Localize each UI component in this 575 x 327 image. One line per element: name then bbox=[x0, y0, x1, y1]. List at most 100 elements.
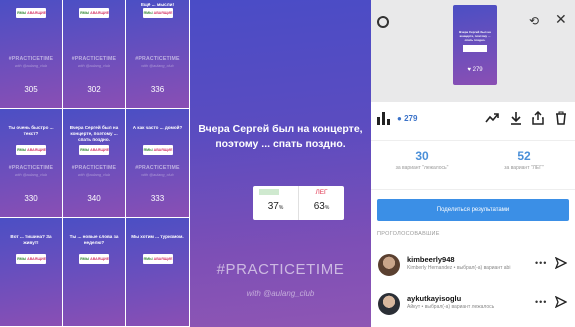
poll-result-option-2: 52 за вариант "ЛЕГ" bbox=[479, 149, 569, 172]
thumbnail-question: Вчера Сергей был на концерте, поэтому ..… bbox=[459, 30, 491, 42]
view-count: 305 bbox=[24, 85, 38, 94]
hashtag-text: #PRACTICETIME bbox=[135, 56, 180, 62]
hashtag-text: #PRACTICETIME bbox=[8, 56, 54, 62]
result-count: 52 bbox=[517, 149, 531, 163]
poll-sticker: ЯМЫ АВАЯЩИЕ bbox=[142, 145, 173, 155]
hashtag-text: #PRACTICETIME bbox=[8, 165, 54, 171]
avatar[interactable] bbox=[378, 254, 400, 276]
poll-sticker[interactable]: 37% ЛЕГ 63% bbox=[253, 186, 344, 220]
story-question: Вот ... тишина? За живут! bbox=[10, 234, 52, 245]
story-tile[interactable]: Вот ... тишина? За живут! ЯМЫ АВАЯЩИЕ bbox=[0, 218, 63, 327]
story-question: Ты очень быстро ... текст? bbox=[8, 125, 54, 136]
hashtag-text: #PRACTICETIME bbox=[135, 165, 180, 171]
poll-option-yes: ЯМЫ bbox=[17, 148, 27, 152]
story-tile[interactable]: Ещё ... мысли! ЯМЫ АВАЯЩИЕ #PRACTICETIME… bbox=[126, 0, 190, 109]
view-count[interactable]: ● 279 bbox=[397, 114, 417, 123]
result-count: 30 bbox=[415, 149, 429, 163]
story-question: Ты ... новые слова за неделю? bbox=[69, 234, 119, 245]
story-question: Мы хотим ... туризмом. bbox=[131, 234, 184, 239]
story-question: А как часто ... домой? bbox=[132, 125, 183, 130]
stats-bars-icon[interactable] bbox=[377, 112, 391, 125]
poll-option-no: АВАЯЩИЕ bbox=[153, 257, 173, 261]
send-icon[interactable] bbox=[555, 296, 567, 308]
hashtag-text: #PRACTICETIME bbox=[71, 56, 117, 62]
hashtag-text: #PRACTICETIME bbox=[216, 261, 345, 278]
avatar[interactable] bbox=[378, 293, 400, 315]
story-tile[interactable]: Вчера Сергей был на концерте, поэтому ..… bbox=[63, 109, 126, 218]
poll-sticker: ЯМЫ АВАЯЩИЕ bbox=[142, 254, 173, 264]
view-count: 340 bbox=[87, 194, 101, 203]
poll-percentage: 37% bbox=[267, 201, 284, 212]
view-count: 330 bbox=[24, 194, 38, 203]
poll-option-label: ЛЕГ bbox=[315, 189, 328, 196]
thumbnail-count: ♥ 279 bbox=[467, 67, 483, 73]
result-label: за вариант "ЛЕГ" bbox=[504, 165, 544, 171]
voters-section-title: ПРОГОЛОСОВАВШИЕ bbox=[377, 231, 440, 237]
trash-icon[interactable] bbox=[554, 111, 568, 125]
story-tile[interactable]: ЯМЫ АВАЯЩИЕ #PRACTICETIME with @aulang_c… bbox=[63, 0, 126, 109]
story-tile[interactable]: Ты очень быстро ... текст? ЯМЫ АВАЯЩИЕ #… bbox=[0, 109, 63, 218]
poll-sticker: ЯМЫ АВАЯЩИЕ bbox=[79, 145, 109, 155]
poll-sticker: ЯМЫ АВАЯЩИЕ bbox=[16, 254, 46, 264]
story-thumbnail[interactable]: Вчера Сергей был на концерте, поэтому ..… bbox=[453, 5, 497, 85]
poll-yes-highlight bbox=[259, 189, 279, 195]
share-results-button[interactable]: Поделиться результатами bbox=[377, 199, 569, 221]
insights-toolbar: ● 279 bbox=[371, 108, 575, 130]
poll-option-yes: ЯМЫ bbox=[143, 257, 153, 261]
story-archive-grid: ЯМЫ АВАЯЩИЕ #PRACTICETIME with @aulang_c… bbox=[0, 0, 190, 327]
story-tile[interactable]: Ты ... новые слова за неделю? ЯМЫ АВАЯЩИ… bbox=[63, 218, 126, 327]
poll-result-option-1: 30 за вариант "лежалось" bbox=[377, 149, 467, 172]
handle-text: with @aulang_club bbox=[77, 64, 111, 68]
voter-row[interactable]: aykutkayisoglu Aйкут • выбрал(-а) вариан… bbox=[371, 291, 575, 321]
settings-icon[interactable] bbox=[377, 16, 389, 28]
view-count: 302 bbox=[87, 85, 101, 94]
poll-sticker: ЯМЫ АВАЯЩИЕ bbox=[142, 8, 173, 18]
more-options-icon[interactable]: ••• bbox=[535, 258, 547, 268]
poll-option-no: АВАЯЩИЕ bbox=[27, 148, 46, 152]
poll-option-no[interactable]: ЛЕГ 63% bbox=[299, 186, 344, 220]
hashtag-text: #PRACTICETIME bbox=[71, 165, 117, 171]
story-tile[interactable]: А как часто ... домой? ЯМЫ АВАЯЩИЕ #PRAC… bbox=[126, 109, 190, 218]
poll-sticker: ЯМЫ АВАЯЩИЕ bbox=[16, 145, 46, 155]
voter-username[interactable]: kimbeerly948 bbox=[407, 255, 455, 264]
send-icon[interactable] bbox=[555, 257, 567, 269]
poll-option-yes: ЯМЫ bbox=[80, 257, 90, 261]
story-preview: Вчера Сергей был на концерте, поэтому ..… bbox=[190, 0, 371, 327]
voter-subtitle: Kimberly Hernandez • выбрал(-а) вариант … bbox=[407, 265, 511, 271]
poll-option-no: АВАЯЩИЕ bbox=[90, 148, 109, 152]
trending-icon[interactable] bbox=[485, 111, 499, 125]
poll-sticker: ЯМЫ АВАЯЩИЕ bbox=[79, 8, 109, 18]
download-icon[interactable] bbox=[509, 111, 523, 125]
handle-text: with @aulang_club bbox=[14, 173, 48, 177]
poll-sticker: ЯМЫ АВАЯЩИЕ bbox=[79, 254, 109, 264]
voter-subtitle: Aйкут • выбрал(-а) вариант лежалось bbox=[407, 304, 495, 310]
more-options-icon[interactable]: ••• bbox=[535, 297, 547, 307]
poll-option-yes: ЯМЫ bbox=[17, 257, 27, 261]
poll-option-yes: ЯМЫ bbox=[143, 148, 153, 152]
handle-text: with @aulang_club bbox=[141, 173, 174, 177]
poll-option-yes[interactable]: 37% bbox=[253, 186, 299, 220]
poll-sticker: ЯМЫ АВАЯЩИЕ bbox=[16, 8, 46, 18]
poll-option-yes: ЯМЫ bbox=[143, 11, 153, 15]
poll-option-no: АВАЯЩИЕ bbox=[27, 257, 46, 261]
story-question: Вчера Сергей был на концерте, поэтому ..… bbox=[69, 125, 119, 142]
insights-header: Вчера Сергей был на концерте, поэтому ..… bbox=[371, 0, 575, 102]
thumbnail-poll bbox=[463, 45, 487, 52]
handle-text: with @aulang_club bbox=[77, 173, 111, 177]
poll-option-yes: ЯМЫ bbox=[80, 11, 90, 15]
story-tile[interactable]: ЯМЫ АВАЯЩИЕ #PRACTICETIME with @aulang_c… bbox=[0, 0, 63, 109]
view-count: 336 bbox=[150, 85, 165, 94]
story-insights-panel: Вчера Сергей был на концерте, поэтому ..… bbox=[371, 0, 575, 327]
voter-username[interactable]: aykutkayisoglu bbox=[407, 294, 461, 303]
share-icon[interactable] bbox=[531, 111, 545, 125]
poll-option-no: АВАЯЩИЕ bbox=[90, 11, 109, 15]
handle-text: with @aulang_club bbox=[14, 64, 48, 68]
rewind-icon[interactable]: ⟲ bbox=[529, 15, 539, 27]
voter-row[interactable]: kimbeerly948 Kimberly Hernandez • выбрал… bbox=[371, 252, 575, 282]
poll-option-no: АВАЯЩИЕ bbox=[153, 11, 173, 15]
handle-text: with @aulang_club bbox=[141, 64, 174, 68]
poll-percentage: 63% bbox=[313, 201, 330, 212]
close-icon[interactable]: ✕ bbox=[555, 12, 567, 26]
story-tile[interactable]: Мы хотим ... туризмом. ЯМЫ АВАЯЩИЕ bbox=[126, 218, 190, 327]
poll-option-yes: ЯМЫ bbox=[17, 11, 27, 15]
